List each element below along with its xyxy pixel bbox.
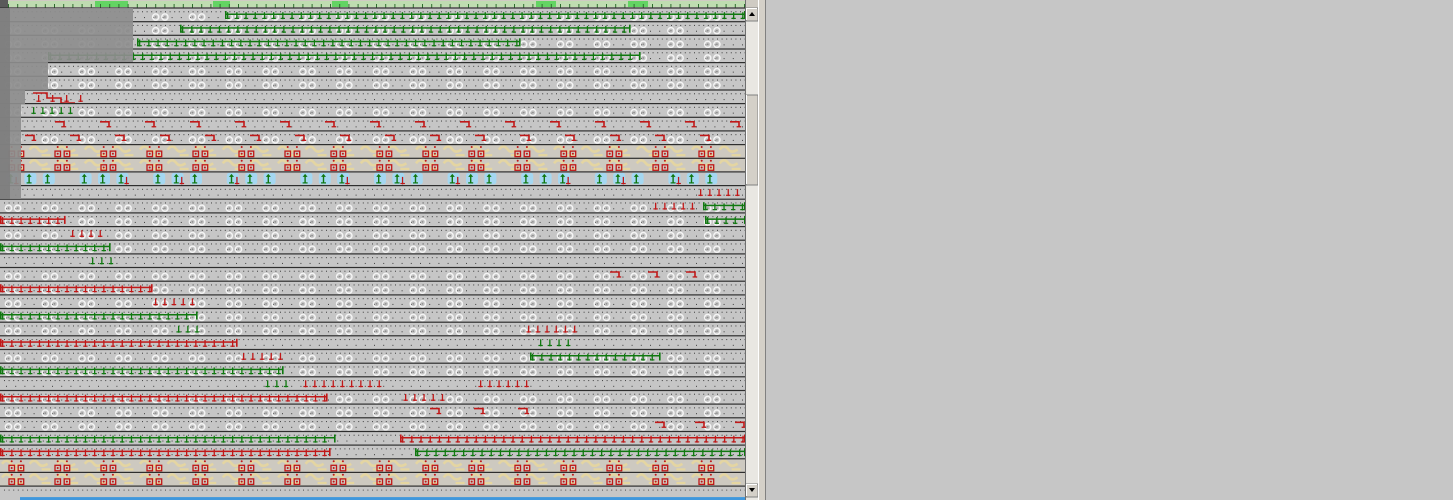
fabric-simulation-view[interactable] (766, 0, 1453, 500)
ruler-selection-mark (536, 1, 556, 7)
scrollbar-up-button[interactable] (746, 8, 758, 21)
ruler-selection-mark (95, 1, 128, 7)
ruler-selection-mark (213, 1, 230, 7)
knit-design-workspace (0, 0, 1453, 500)
scrollbar-thumb[interactable] (746, 95, 758, 185)
symbolic-technical-view[interactable] (0, 0, 766, 500)
ruler-selection-mark (628, 1, 648, 7)
pane-splitter[interactable] (758, 0, 766, 500)
shape-outside-area (0, 8, 133, 62)
scrollbar-down-button[interactable] (746, 484, 758, 497)
left-vertical-scrollbar[interactable] (746, 8, 758, 500)
